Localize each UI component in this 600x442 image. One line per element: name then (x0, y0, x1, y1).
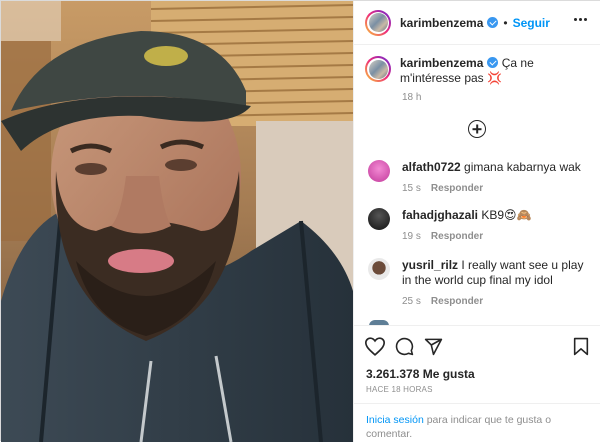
comment-time: 25 s (402, 296, 421, 307)
caption-emoji: 💢 (487, 71, 502, 85)
action-bar (354, 325, 600, 365)
likes-count[interactable]: 3.261.378 Me gusta (366, 367, 475, 381)
caption-avatar[interactable] (365, 56, 391, 82)
heart-icon[interactable] (364, 337, 386, 359)
comment-emoji: 😍🙈 (504, 208, 532, 222)
verified-icon (487, 57, 499, 68)
comment-avatar[interactable] (368, 208, 390, 230)
caption: karimbenzema Ça ne m'intéresse pas 💢 18 … (365, 56, 595, 103)
share-icon[interactable] (424, 337, 443, 359)
reply-button[interactable]: Responder (431, 296, 483, 307)
comment-username[interactable]: fahadjghazali (402, 208, 478, 222)
reply-button[interactable]: Responder (431, 231, 483, 242)
verified-icon (487, 17, 499, 28)
add-circle-icon[interactable] (468, 120, 486, 138)
post-side-panel: karimbenzema • Seguir karimbenzema Ça ne… (353, 1, 600, 442)
comment-username[interactable]: yusril_rilz (402, 258, 458, 272)
header-username[interactable]: karimbenzema (400, 16, 483, 30)
bookmark-icon[interactable] (573, 337, 589, 359)
post-photo[interactable] (1, 1, 353, 442)
comment-icon[interactable] (395, 337, 414, 359)
posted-time: HACE 18 HORAS (366, 385, 433, 394)
post-header: karimbenzema • Seguir (354, 1, 600, 45)
caption-time: 18 h (402, 92, 422, 103)
comment-username[interactable]: alfath0722 (402, 160, 461, 174)
comment-item: alfath0722 gimana kabarnya wak 15 s Respo… (368, 160, 594, 194)
login-prompt: Inicia sesión para indicar que te gusta … (354, 403, 600, 441)
more-icon[interactable] (574, 18, 587, 21)
comment-text: KB9 (481, 208, 505, 222)
caption-text-block: karimbenzema Ça ne m'intéresse pas 💢 (400, 56, 586, 86)
comment-item: yusril_rilz I really want see u play in … (368, 258, 594, 307)
comment-time: 15 s (402, 183, 421, 194)
reply-button[interactable]: Responder (431, 183, 483, 194)
follow-button[interactable]: Seguir (513, 16, 550, 30)
comment-item: fahadjghazali KB9😍🙈 19 s Responder (368, 208, 594, 242)
comment-avatar[interactable] (368, 258, 390, 280)
avatar[interactable] (365, 9, 391, 36)
comment-time: 19 s (402, 231, 421, 242)
comment-text: gimana kabarnya wak (464, 160, 581, 174)
login-link[interactable]: Inicia sesión (366, 414, 424, 426)
instagram-post: karimbenzema • Seguir karimbenzema Ça ne… (0, 0, 600, 442)
caption-username[interactable]: karimbenzema (400, 56, 483, 70)
comment-avatar[interactable] (368, 160, 390, 182)
separator: • (503, 15, 508, 30)
